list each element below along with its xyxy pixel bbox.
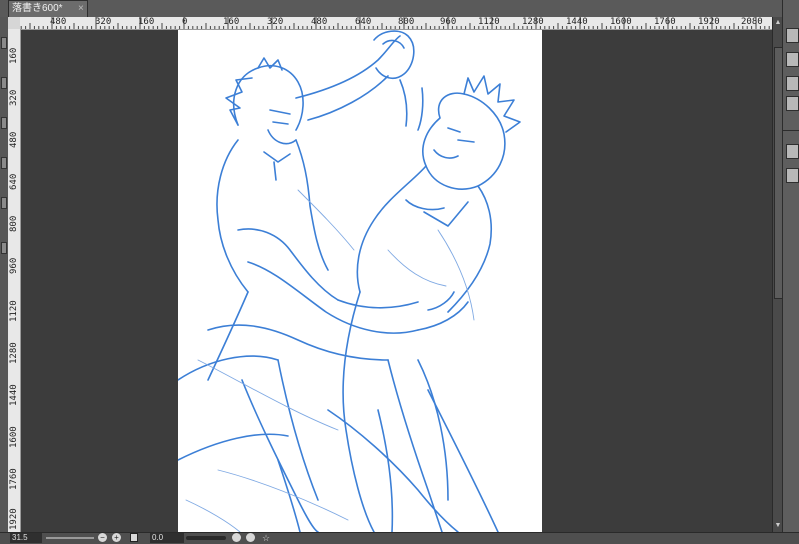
right-panel-strip	[782, 0, 799, 543]
zoom-out-icon[interactable]: −	[98, 533, 107, 542]
scroll-up-icon[interactable]: ▲	[774, 19, 782, 27]
tool-handle-6[interactable]	[1, 242, 7, 254]
rotate-left-icon[interactable]	[232, 533, 241, 542]
tool-handle-3[interactable]	[1, 117, 7, 129]
tool-handle-5[interactable]	[1, 197, 7, 209]
document-tab-bar: 落書き600* ×	[0, 0, 799, 18]
ruler-label: 1120	[9, 300, 19, 322]
ruler-label: 640	[9, 173, 19, 190]
folder-icon[interactable]	[786, 144, 799, 159]
reset-rotation-icon[interactable]: ☆	[262, 533, 271, 543]
vertical-ruler: 160 320 480 640 800 960 1120 1280 1440 1…	[8, 29, 21, 532]
ruler-label: 320	[9, 89, 19, 106]
document-tab-title: 落書き600*	[12, 3, 63, 14]
folder-icon[interactable]	[786, 76, 799, 91]
ruler-label: 800	[9, 215, 19, 232]
panel-divider	[783, 130, 799, 131]
folder-icon[interactable]	[786, 28, 799, 43]
drawing-canvas[interactable]	[177, 30, 542, 533]
tool-handle-1[interactable]	[1, 37, 7, 49]
rotation-field[interactable]: 0.0	[150, 533, 184, 543]
ruler-label: 160	[9, 47, 19, 64]
horizontal-ruler: 480 320 160 0 160 320 480 640 800 960 11…	[8, 17, 772, 30]
ruler-ticks-h	[8, 17, 770, 29]
tool-handle-2[interactable]	[1, 77, 7, 89]
rotation-slider[interactable]	[186, 536, 226, 540]
ruler-label: 480	[9, 131, 19, 148]
sketch-drawing	[177, 30, 521, 533]
zoom-slider[interactable]	[46, 537, 94, 539]
ruler-label: 1280	[9, 342, 19, 364]
zoom-in-icon[interactable]: +	[112, 533, 121, 542]
ruler-label: 1760	[9, 468, 19, 490]
folder-icon[interactable]	[786, 96, 799, 111]
folder-icon[interactable]	[786, 52, 799, 67]
zoom-field[interactable]: 31.5	[10, 533, 42, 543]
ruler-label: 1600	[9, 426, 19, 448]
status-bar: 31.5 − + 0.0 ☆	[0, 532, 799, 544]
tool-handle-4[interactable]	[1, 157, 7, 169]
ruler-label: 960	[9, 257, 19, 274]
ruler-corner	[8, 17, 20, 29]
ruler-label: 1440	[9, 384, 19, 406]
fit-icon[interactable]	[130, 533, 138, 542]
ruler-label: 1920	[9, 508, 19, 530]
document-tab[interactable]: 落書き600* ×	[8, 0, 88, 17]
close-icon[interactable]: ×	[78, 2, 84, 16]
folder-icon[interactable]	[786, 168, 799, 183]
scroll-down-icon[interactable]: ▼	[774, 522, 782, 530]
rotate-right-icon[interactable]	[246, 533, 255, 542]
